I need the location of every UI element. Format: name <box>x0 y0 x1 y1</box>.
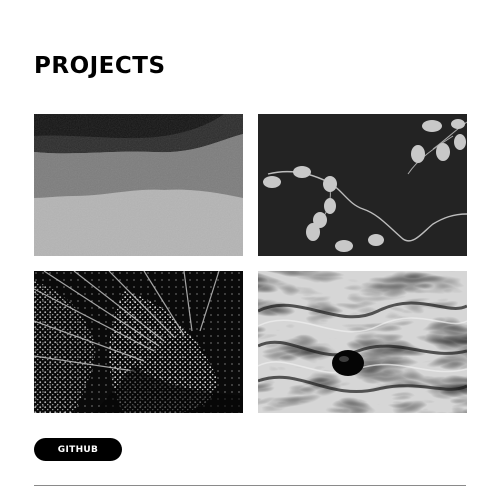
project-tile-speckled[interactable] <box>34 271 243 413</box>
page-title: PROJECTS <box>34 53 166 79</box>
marble-swirl-image <box>258 271 467 413</box>
speckled-pattern-image <box>34 271 243 413</box>
branch-leaves-image <box>258 114 467 256</box>
landscape-hills-image <box>34 114 243 256</box>
project-tile-landscape[interactable] <box>34 114 243 256</box>
github-button[interactable]: GITHUB <box>34 438 122 461</box>
footer-divider <box>34 485 466 486</box>
project-tile-marble[interactable] <box>258 271 467 413</box>
project-tile-branch[interactable] <box>258 114 467 256</box>
